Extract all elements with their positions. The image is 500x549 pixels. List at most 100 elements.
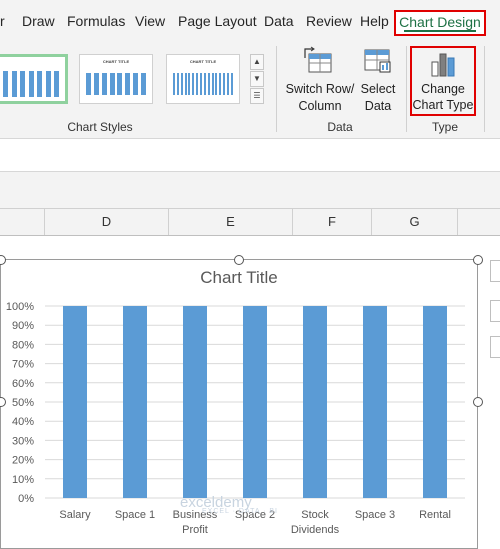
thumb-bar [86,73,91,95]
group-label-chart-styles: Chart Styles [67,120,133,134]
chart-style-3[interactable]: CHART TITLE [166,54,240,104]
column-headers: D E F G H [0,209,500,236]
bar-stock-dividends[interactable] [303,306,327,498]
column-header-d[interactable]: D [45,209,169,235]
select-data-label-1: Select [360,82,396,96]
tab-review[interactable]: Review [306,13,352,29]
tab-formulas[interactable]: Formulas [67,13,125,29]
tab-draw[interactable]: Draw [22,13,55,29]
thumb-bar [20,71,25,97]
active-tab-underline [404,30,476,32]
y-tick-label: 10% [12,474,34,486]
y-tick-label: 90% [12,320,34,332]
thumb-title: CHART TITLE [189,59,217,64]
thumb-bar [11,71,17,97]
thumb-bar [54,71,59,97]
y-tick-label: 60% [12,378,34,390]
change-chart-type-icon [431,53,455,77]
watermark: exceldemy EXCEL · DATA · BI [180,494,278,515]
thumb-bar [37,71,42,97]
ribbon-tab-bar: r Draw Formulas View Page Layout Data Review He… [0,0,500,40]
column-header-h[interactable]: H [458,209,500,235]
y-tick-label: 80% [12,339,34,351]
tab-help[interactable]: Help [360,13,389,29]
formula-bar[interactable] [0,139,500,172]
tab-r[interactable]: r [0,13,5,29]
group-divider [484,46,485,132]
change-chart-type-label-2: Chart Type [412,98,474,112]
thumb-bar [203,73,206,95]
thumb-bar [223,73,226,95]
bar-business-profit[interactable] [183,306,207,498]
select-data-button[interactable]: Select Data [358,44,398,116]
bar-space-3[interactable] [363,306,387,498]
thumb-bars [3,69,59,97]
y-tick-label: 100% [6,301,34,313]
thumb-bar [45,71,51,97]
thumb-bars [86,67,146,95]
chart-title[interactable]: Chart Title [0,268,478,288]
thumb-bar [125,73,131,95]
thumb-bars [173,67,233,95]
thumb-bar [93,73,99,95]
chart-style-2[interactable]: CHART TITLE [79,54,153,104]
column-header-f[interactable]: F [293,209,372,235]
style-gallery-scroll: ▲ ▼ ☰ [250,54,264,106]
y-tick-label: 70% [12,359,34,371]
bar-space-1[interactable] [123,306,147,498]
chevron-down-icon[interactable]: ▼ [250,71,264,87]
thumb-bar [173,73,175,95]
bar-salary[interactable] [63,306,87,498]
bar-space-2[interactable] [243,306,267,498]
thumb-bar [207,73,210,95]
thumb-bar [219,73,222,95]
x-tick-label: Profit [182,524,208,536]
switch-row-column-label-2: Column [298,99,342,113]
resize-handle-top[interactable] [234,255,244,265]
column-header-e[interactable]: E [169,209,293,235]
y-tick-label: 30% [12,435,34,447]
sheet-toolbar-band [0,172,500,209]
x-tick-label: Space 1 [115,509,155,521]
tab-view[interactable]: View [135,13,165,29]
chart-style-1[interactable] [0,54,68,104]
tab-data[interactable]: Data [264,13,294,29]
ribbon: CHART TITLE CHART TITLE ▲ ▼ ☰ Chart Styl… [0,40,500,139]
group-label-data: Data [327,120,353,134]
more-icon[interactable]: ☰ [250,88,264,104]
chart-elements-button[interactable] [490,260,500,282]
x-tick-label: Rental [419,509,451,521]
thumb-bar [109,73,115,95]
y-tick-label: 0% [18,493,34,505]
thumb-bar [215,73,218,95]
group-divider [276,46,277,132]
thumb-bar [3,71,8,97]
x-tick-label: Space 3 [355,509,395,521]
thumb-bar [133,73,139,95]
thumb-bar [180,73,183,95]
resize-handle-top-right[interactable] [473,255,483,265]
change-chart-type-button[interactable]: Change Chart Type [410,46,476,116]
tab-chart-design[interactable]: Chart Design [394,10,486,36]
switch-row-column-button[interactable]: Switch Row/ Column [284,44,356,116]
x-tick-label: Dividends [291,524,340,536]
thumb-bar [176,73,179,95]
bar-rental[interactable] [423,306,447,498]
select-data-label-2: Data [364,99,392,113]
group-label-type: Type [431,120,458,134]
thumb-title: CHART TITLE [102,59,130,64]
switch-row-column-label-1: Switch Row/ [285,82,355,96]
column-header-g[interactable]: G [372,209,458,235]
y-tick-label: 20% [12,455,34,467]
tab-page-layout[interactable]: Page Layout [178,13,257,29]
chart-styles-button[interactable] [490,300,500,322]
chart-filters-button[interactable] [490,336,500,358]
column-header-c[interactable] [0,209,45,235]
x-tick-label: Salary [59,509,91,521]
chevron-up-icon[interactable]: ▲ [250,54,264,70]
thumb-bar [196,73,199,95]
thumb-bar [101,73,107,95]
watermark-tagline: EXCEL · DATA · BI [202,508,278,515]
y-tick-label: 50% [12,397,34,409]
thumb-bar [211,73,214,95]
